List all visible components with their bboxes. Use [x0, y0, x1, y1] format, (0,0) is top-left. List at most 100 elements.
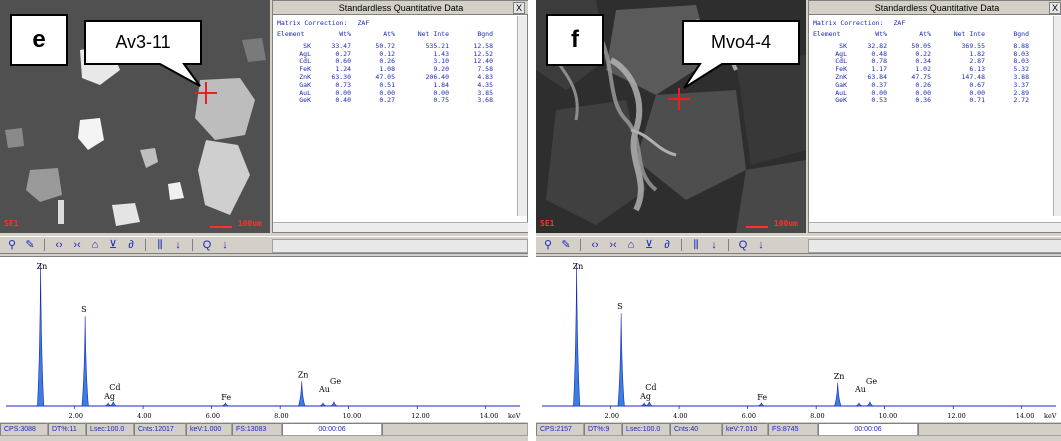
- peak-label: Zn: [834, 372, 845, 381]
- compress-icon[interactable]: ›‹: [71, 238, 83, 252]
- axis-tick-label: 14.00: [1016, 412, 1035, 420]
- status-cps: CPS:3088: [0, 423, 48, 436]
- table-row: AuL 0.00 0.00 0.00 2.89: [813, 89, 1049, 97]
- table-cell: 9.20: [433, 65, 449, 74]
- table-row: ZnK 63.30 47.05 206.40 4.83: [277, 73, 513, 81]
- spectrum-peak: [865, 401, 875, 407]
- sem-image[interactable]: SE1 100um f Mvo4-4: [536, 0, 806, 233]
- spectrum-peak: [617, 313, 625, 407]
- scale-label: 100um: [773, 219, 798, 228]
- table-cell: 4.35: [477, 80, 493, 89]
- spectrum-toolbar: ⚲ ✎ ‹› ›‹ ⌂ ⊻ ∂ ⫼ ↓ Q ↓: [0, 236, 528, 254]
- eds-spectrum[interactable]: Zn S Cd Ag Fe Zn Ge Au 2.00 4.00 6.00 8.00 10.00 12.0…: [536, 256, 1061, 422]
- arrow-down-icon[interactable]: ↓: [172, 238, 184, 252]
- axis-tick-label: 12.00: [411, 412, 430, 420]
- table-cell: 32.82: [867, 41, 887, 50]
- spectrum-peak: [757, 402, 765, 407]
- bars-icon[interactable]: ⫼: [154, 238, 166, 252]
- table-cell: 0.78: [871, 57, 887, 66]
- probe-icon[interactable]: ⚲: [542, 238, 554, 252]
- axis-tick-label: 8.00: [274, 412, 288, 420]
- table-cell: 0.37: [871, 80, 887, 89]
- probe-icon[interactable]: ⚲: [6, 238, 18, 252]
- correction-label: Matrix Correction:: [813, 19, 884, 27]
- peak-up-icon[interactable]: ⌂: [625, 238, 637, 252]
- compress-icon[interactable]: ›‹: [607, 238, 619, 252]
- table-cell: 3.85: [477, 88, 493, 97]
- bars-icon[interactable]: ⫼: [690, 238, 702, 252]
- table-cell: ZnK: [835, 72, 847, 81]
- peak-label: Ge: [330, 377, 341, 386]
- close-button[interactable]: X: [513, 2, 525, 14]
- table-cell: AuL: [299, 88, 311, 97]
- close-button[interactable]: X: [1049, 2, 1061, 14]
- table-cell: 0.00: [433, 88, 449, 97]
- table-cell: 0.51: [379, 80, 395, 89]
- element-icon[interactable]: ∂: [661, 238, 673, 252]
- status-bar: CPS:3088 DT%:11 Lsec:100.0 Cnts:12017 ke…: [0, 423, 528, 437]
- spectrum-peak: [640, 402, 648, 407]
- peak-up-icon[interactable]: ⌂: [89, 238, 101, 252]
- eds-spectrum[interactable]: Zn S Cd Ag Fe Zn Ge Au 2.00 4.00 6.00 8.00 10.00 12.0…: [0, 256, 528, 422]
- quant-window: Standardless Quantitative Data X Matrix …: [272, 0, 528, 233]
- peak-label: S: [81, 305, 86, 314]
- table-cell: 63.84: [867, 72, 887, 81]
- expand-icon[interactable]: ‹›: [589, 238, 601, 252]
- table-cell: 2.89: [1013, 88, 1029, 97]
- spectrum-peak: [644, 401, 654, 407]
- table-cell: 0.00: [969, 88, 985, 97]
- crosshair-icon[interactable]: [668, 88, 690, 110]
- vertical-scrollbar[interactable]: [1053, 16, 1061, 216]
- table-row: GeK 0.40 0.27 0.75 3.68: [277, 96, 513, 104]
- eds-panel-f: SE1 100um f Mvo4-4 Standardless Quantita…: [536, 0, 1061, 441]
- spectrum-peak: [37, 263, 45, 407]
- magnify-icon[interactable]: Q: [201, 238, 213, 252]
- peak-down-icon[interactable]: ⊻: [643, 238, 655, 252]
- marker-icon[interactable]: ✎: [560, 238, 572, 252]
- table-cell: 1.84: [433, 80, 449, 89]
- peak-label: Cd: [109, 383, 120, 392]
- scale-label: 100um: [237, 219, 262, 228]
- expand-icon[interactable]: ‹›: [53, 238, 65, 252]
- table-rows: SK 33.47 50.72 535.21 12.58 AgL 0.27 0.12 1.43 12…: [277, 42, 513, 105]
- table-row: ZnK 63.84 47.75 147.48 3.88: [813, 73, 1049, 81]
- table-row: GeK 0.53 0.36 0.71 2.72: [813, 96, 1049, 104]
- peak-label: Zn: [37, 262, 48, 271]
- axis-tick-label: 10.00: [879, 412, 898, 420]
- column-header: Element: [813, 30, 841, 38]
- quant-title: Standardless Quantitative Data: [809, 1, 1061, 15]
- marker-icon[interactable]: ✎: [24, 238, 36, 252]
- vertical-scrollbar[interactable]: [517, 16, 527, 216]
- column-header: At%: [919, 30, 931, 38]
- peak-down-icon[interactable]: ⊻: [107, 238, 119, 252]
- axis-tick-label: 6.00: [206, 412, 220, 420]
- table-cell: AgL: [299, 49, 311, 58]
- arrow-down-icon[interactable]: ↓: [219, 238, 231, 252]
- panel-letter: e: [10, 14, 68, 66]
- table-cell: 12.52: [473, 49, 493, 58]
- arrow-down-icon[interactable]: ↓: [755, 238, 767, 252]
- matrix-correction: Matrix Correction: ZAF: [277, 19, 513, 28]
- eds-panel-e: SE1 100um e Av3-11 Standardless Quantita…: [0, 0, 528, 441]
- table-cell: 0.48: [871, 49, 887, 58]
- arrow-down-icon[interactable]: ↓: [708, 238, 720, 252]
- table-cell: 0.71: [969, 96, 985, 105]
- sem-detector-tag: SE1: [4, 219, 19, 228]
- scale-bar: [746, 226, 768, 228]
- sample-label: Av3-11: [115, 31, 171, 52]
- callout-box: Mvo4-4: [682, 20, 800, 89]
- horizontal-scrollbar[interactable]: [809, 222, 1061, 232]
- sem-image[interactable]: SE1 100um e Av3-11: [0, 0, 270, 233]
- column-header: Net Inte: [417, 30, 449, 38]
- element-icon[interactable]: ∂: [125, 238, 137, 252]
- status-counts: Cnts:12017: [134, 423, 186, 436]
- spectrum-plot: Zn S CdAg Fe Zn GeAu 2.00 4.00 6.00 8.00 10.00 12.0…: [6, 262, 521, 420]
- table-row: FeK 1.17 1.02 6.13 5.32: [813, 65, 1049, 73]
- status-fs: FS:8745: [768, 423, 818, 436]
- horizontal-scrollbar[interactable]: [273, 222, 528, 232]
- correction-value: ZAF: [357, 19, 370, 27]
- axis-tick-label: 6.00: [742, 412, 756, 420]
- column-header: Element: [277, 30, 305, 38]
- table-cell: 0.22: [915, 49, 931, 58]
- magnify-icon[interactable]: Q: [737, 238, 749, 252]
